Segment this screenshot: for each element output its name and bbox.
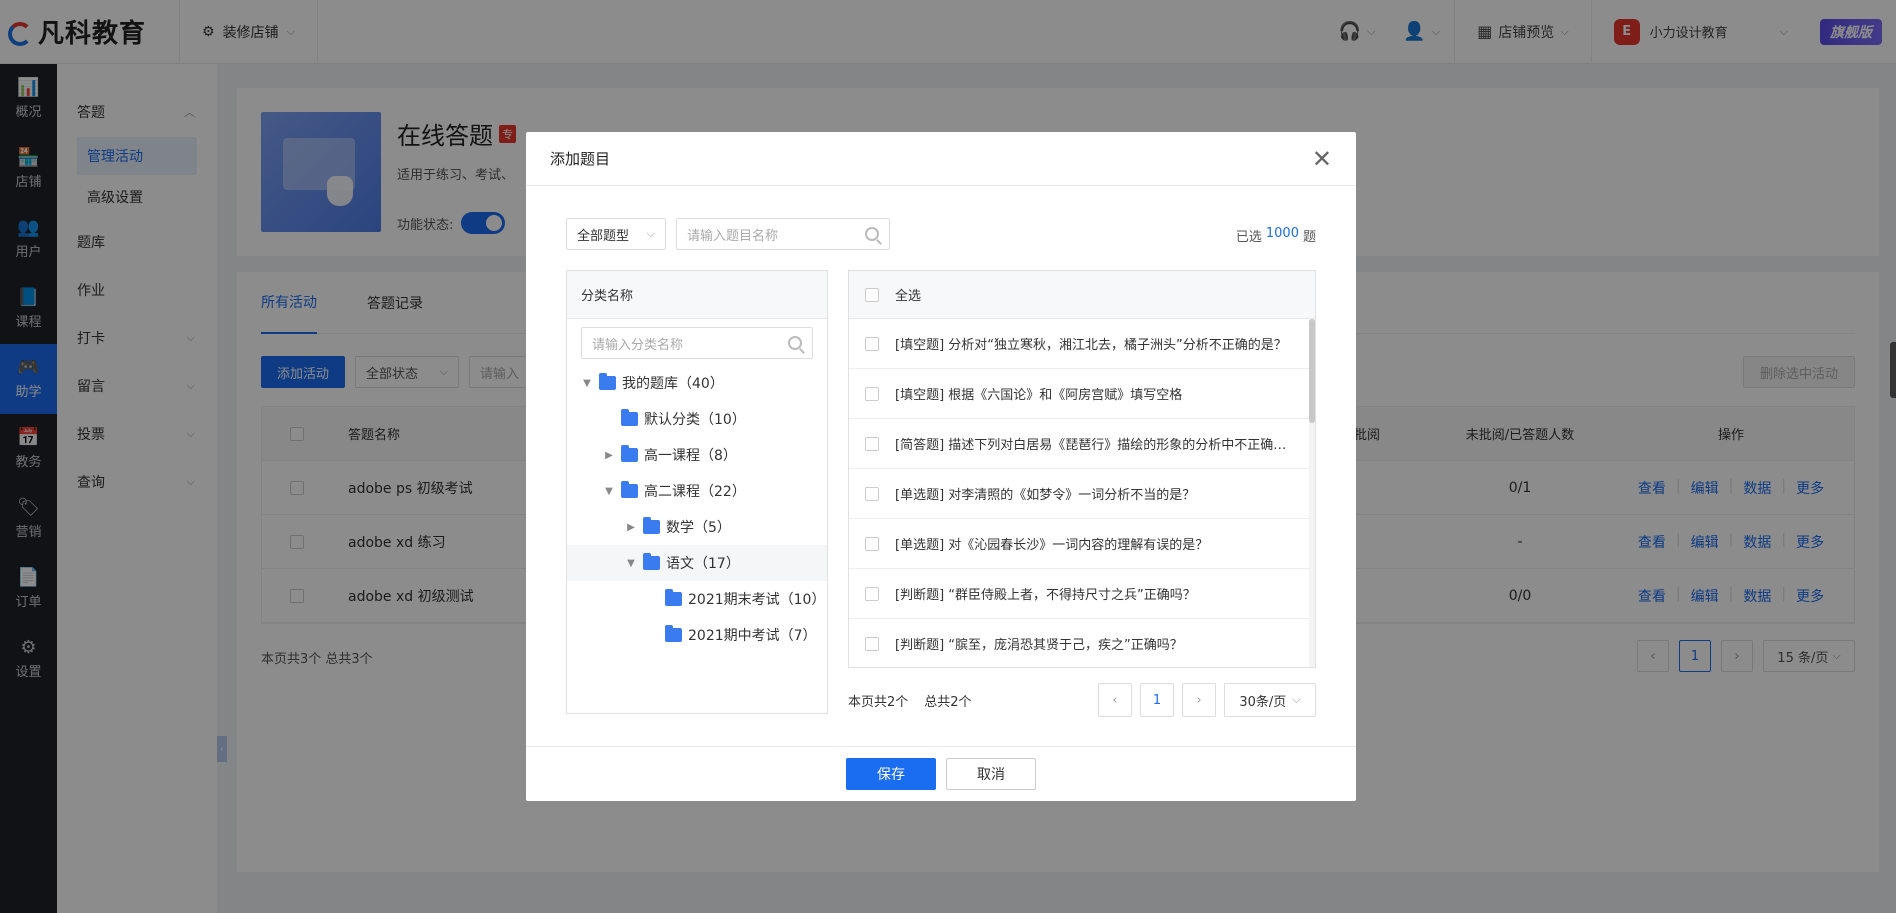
question-total-count: 总共2个	[924, 694, 972, 710]
tree-node-label: 默认分类（10）	[644, 412, 746, 428]
folder-icon	[621, 481, 638, 498]
prev-page-button[interactable]: ‹	[1098, 683, 1132, 717]
question-type-value: 全部题型	[577, 228, 630, 244]
selected-suffix: 题	[1302, 230, 1316, 245]
question-list-footer: 本页共2个 总共2个 ‹ 1 › 30条/页 ⌵	[848, 682, 1316, 718]
select-all-label: 全选	[895, 289, 922, 304]
question-checkbox[interactable]	[865, 486, 879, 501]
category-search-placeholder: 请输入分类名称	[592, 337, 684, 353]
tree-node-grade11[interactable]: ▼ 高二课程（22）	[567, 473, 827, 509]
tree-node-label: 高二课程（22）	[644, 484, 746, 500]
close-icon[interactable]: ✕	[1312, 147, 1332, 171]
dialog-title: 添加题目	[550, 150, 611, 168]
selected-number: 1000	[1265, 226, 1299, 241]
dialog-footer: 保存 取消	[526, 746, 1356, 801]
save-button[interactable]: 保存	[846, 758, 936, 790]
caret-right-icon[interactable]: ▶	[625, 522, 637, 533]
tree-node-math[interactable]: ▶ 数学（5）	[567, 509, 827, 545]
tree-node-final-exam[interactable]: 2021期末考试（10）	[567, 581, 827, 617]
dialog-toolbar: 全部题型 ⌵ 请输入题目名称	[566, 218, 890, 250]
question-text: [单选题] 对李清照的《如梦令》一词分析不当的是？	[895, 488, 1196, 503]
tree-node-label: 2021期中考试（7）	[688, 628, 817, 644]
caret-down-icon[interactable]: ▼	[603, 486, 615, 497]
question-text: [判断题] “膑至，庞涓恐其贤于己，疾之”正确吗？	[895, 638, 1183, 653]
chevron-down-icon: ⌵	[1292, 693, 1301, 706]
tree-node-my-bank[interactable]: ▼ 我的题库（40）	[567, 365, 827, 401]
question-row[interactable]: [填空题] 根据《六国论》和《阿房宫赋》填写空格	[849, 369, 1315, 419]
category-tree: ▼ 我的题库（40） 默认分类（10） ▶ 高一课程（8） ▼ 高二课程（22） ▶ 数…	[567, 365, 827, 653]
caret-down-icon[interactable]: ▼	[581, 378, 593, 389]
question-row[interactable]: [判断题] “膑至，庞涓恐其贤于己，疾之”正确吗？	[849, 619, 1315, 667]
question-checkbox[interactable]	[865, 586, 879, 601]
question-list-panel: 全选 [填空题] 分析对“独立寒秋，湘江北去，橘子洲头”分析不正确的是？ [填空…	[848, 270, 1316, 668]
page-size-value: 30条/页	[1239, 694, 1287, 710]
question-page-count: 本页共2个	[848, 694, 909, 710]
page-size-select[interactable]: 30条/页 ⌵	[1224, 683, 1316, 717]
question-search-placeholder: 请输入题目名称	[687, 228, 779, 244]
page-number[interactable]: 1	[1140, 683, 1174, 717]
folder-icon	[599, 373, 616, 390]
tree-node-label: 我的题库（40）	[622, 376, 724, 392]
add-question-dialog: 添加题目 ✕ 全部题型 ⌵ 请输入题目名称 已选 1000 题 分类名称 请输入分…	[526, 132, 1356, 801]
tree-node-chinese[interactable]: ▼ 语文（17）	[567, 545, 827, 581]
question-text: [填空题] 根据《六国论》和《阿房宫赋》填写空格	[895, 388, 1183, 403]
question-checkbox[interactable]	[865, 536, 879, 551]
tree-node-label: 2021期末考试（10）	[688, 592, 826, 608]
tree-node-midterm-exam[interactable]: 2021期中考试（7）	[567, 617, 827, 653]
question-checkbox[interactable]	[865, 386, 879, 401]
question-search-input[interactable]: 请输入题目名称	[676, 218, 890, 250]
folder-icon	[621, 409, 638, 426]
folder-icon	[643, 553, 660, 570]
question-row[interactable]: [单选题] 对《沁园春长沙》一词内容的理解有误的是？	[849, 519, 1315, 569]
next-page-button[interactable]: ›	[1182, 683, 1216, 717]
tree-node-grade10[interactable]: ▶ 高一课程（8）	[567, 437, 827, 473]
question-checkbox[interactable]	[865, 336, 879, 351]
question-type-select[interactable]: 全部题型 ⌵	[566, 218, 666, 250]
select-all-questions-checkbox[interactable]	[865, 287, 879, 302]
caret-down-icon[interactable]: ▼	[625, 558, 637, 569]
folder-icon	[621, 445, 638, 462]
question-text: [填空题] 分析对“独立寒秋，湘江北去，橘子洲头”分析不正确的是？	[895, 338, 1287, 353]
search-icon[interactable]	[788, 336, 802, 350]
folder-icon	[665, 625, 682, 642]
question-text: [判断题] “群臣侍殿上者，不得持尺寸之兵”正确吗？	[895, 588, 1196, 603]
question-checkbox[interactable]	[865, 636, 879, 651]
tree-node-label: 数学（5）	[666, 520, 731, 536]
question-list-header: 全选	[849, 271, 1315, 319]
category-tree-panel: 分类名称 请输入分类名称 ▼ 我的题库（40） 默认分类（10） ▶ 高一课程（8）…	[566, 270, 828, 714]
question-row[interactable]: [单选题] 对李清照的《如梦令》一词分析不当的是？	[849, 469, 1315, 519]
question-checkbox[interactable]	[865, 436, 879, 451]
tree-node-label: 语文（17）	[666, 556, 740, 572]
question-list-scrollbar[interactable]	[1309, 319, 1315, 667]
category-search-input[interactable]: 请输入分类名称	[581, 327, 813, 359]
folder-icon	[643, 517, 660, 534]
category-header: 分类名称	[567, 271, 827, 319]
chevron-down-icon: ⌵	[646, 227, 655, 240]
caret-right-icon[interactable]: ▶	[603, 450, 615, 461]
question-row[interactable]: [判断题] “群臣侍殿上者，不得持尺寸之兵”正确吗？	[849, 569, 1315, 619]
question-text: [单选题] 对《沁园春长沙》一词内容的理解有误的是？	[895, 538, 1209, 553]
tree-node-default[interactable]: 默认分类（10）	[567, 401, 827, 437]
search-icon[interactable]	[865, 227, 879, 241]
scrollbar-thumb[interactable]	[1309, 319, 1315, 423]
question-row[interactable]: [简答题] 描述下列对白居易《琵琶行》描绘的形象的分析中不正确的是？	[849, 419, 1315, 469]
side-handle[interactable]	[1890, 342, 1896, 398]
question-row[interactable]: [填空题] 分析对“独立寒秋，湘江北去，橘子洲头”分析不正确的是？	[849, 319, 1315, 369]
selected-count: 已选 1000 题	[1236, 226, 1316, 245]
tree-node-label: 高一课程（8）	[644, 448, 737, 464]
selected-prefix: 已选	[1235, 230, 1262, 245]
question-pager: ‹ 1 › 30条/页 ⌵	[1098, 683, 1316, 717]
question-text: [简答题] 描述下列对白居易《琵琶行》描绘的形象的分析中不正确的是？	[895, 438, 1295, 453]
dialog-header: 添加题目 ✕	[526, 132, 1356, 186]
cancel-button[interactable]: 取消	[946, 758, 1036, 790]
folder-icon	[665, 589, 682, 606]
